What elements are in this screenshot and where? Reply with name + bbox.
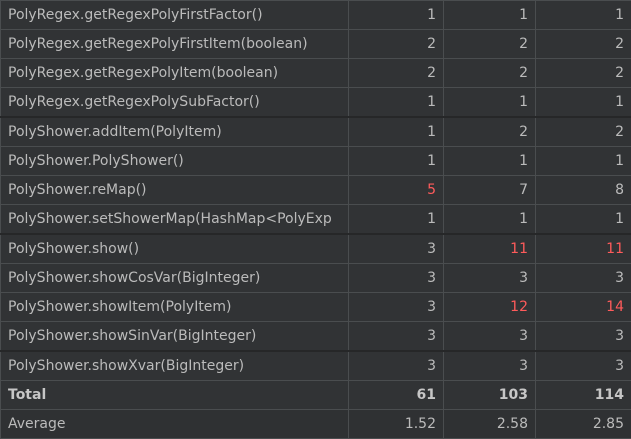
metric-value-cell-1: 1 bbox=[349, 1, 444, 30]
metric-value-cell-2: 2 bbox=[444, 30, 536, 59]
metric-value-cell-1: 1 bbox=[349, 205, 444, 235]
metric-value-cell-1: 2 bbox=[349, 59, 444, 88]
metric-value-cell-2: 11 bbox=[444, 234, 536, 264]
table-row[interactable]: PolyShower.show()31111 bbox=[1, 234, 631, 264]
method-name-cell: PolyShower.setShowerMap(HashMap<PolyExp bbox=[1, 205, 349, 235]
method-name-cell: PolyRegex.getRegexPolyFirstFactor() bbox=[1, 1, 349, 30]
total-value-2: 103 bbox=[444, 381, 536, 410]
metric-value-cell-3: 14 bbox=[536, 293, 631, 322]
average-value-1: 1.52 bbox=[349, 410, 444, 439]
method-name-cell: PolyShower.showItem(PolyItem) bbox=[1, 293, 349, 322]
table-row[interactable]: PolyRegex.getRegexPolyFirstItem(boolean)… bbox=[1, 30, 631, 59]
metric-value-cell-3: 11 bbox=[536, 234, 631, 264]
total-value-1: 61 bbox=[349, 381, 444, 410]
table-row[interactable]: PolyRegex.getRegexPolyItem(boolean)222 bbox=[1, 59, 631, 88]
metric-value-cell-3: 1 bbox=[536, 1, 631, 30]
table-row[interactable]: PolyShower.showXvar(BigInteger)333 bbox=[1, 351, 631, 381]
metric-value-cell-2: 1 bbox=[444, 205, 536, 235]
metric-value-cell-3: 8 bbox=[536, 176, 631, 205]
total-row[interactable]: Total 61 103 114 bbox=[1, 381, 631, 410]
metric-value-cell-3: 1 bbox=[536, 88, 631, 118]
metric-value-cell-3: 2 bbox=[536, 117, 631, 147]
total-label: Total bbox=[1, 381, 349, 410]
method-name-cell: PolyShower.showCosVar(BigInteger) bbox=[1, 264, 349, 293]
table-row[interactable]: PolyShower.showItem(PolyItem)31214 bbox=[1, 293, 631, 322]
table-row[interactable]: PolyShower.setShowerMap(HashMap<PolyExp1… bbox=[1, 205, 631, 235]
method-name-cell: PolyShower.addItem(PolyItem) bbox=[1, 117, 349, 147]
metric-value-cell-2: 2 bbox=[444, 59, 536, 88]
metrics-table: PolyRegex.getRegexPolyFirstFactor()111Po… bbox=[0, 0, 631, 439]
method-name-cell: PolyShower.PolyShower() bbox=[1, 147, 349, 176]
method-name-cell: PolyShower.reMap() bbox=[1, 176, 349, 205]
metric-value-cell-3: 2 bbox=[536, 59, 631, 88]
metric-value-cell-3: 2 bbox=[536, 30, 631, 59]
metric-value-cell-3: 3 bbox=[536, 264, 631, 293]
table-row[interactable]: PolyShower.reMap()578 bbox=[1, 176, 631, 205]
method-name-cell: PolyRegex.getRegexPolyFirstItem(boolean) bbox=[1, 30, 349, 59]
metric-value-cell-2: 3 bbox=[444, 322, 536, 352]
average-value-3: 2.85 bbox=[536, 410, 631, 439]
metric-value-cell-3: 3 bbox=[536, 351, 631, 381]
metric-value-cell-2: 1 bbox=[444, 88, 536, 118]
metric-value-cell-2: 3 bbox=[444, 264, 536, 293]
average-value-2: 2.58 bbox=[444, 410, 536, 439]
total-value-3: 114 bbox=[536, 381, 631, 410]
metric-value-cell-1: 3 bbox=[349, 234, 444, 264]
metric-value-cell-1: 2 bbox=[349, 30, 444, 59]
metric-value-cell-1: 3 bbox=[349, 264, 444, 293]
metric-value-cell-1: 1 bbox=[349, 147, 444, 176]
metric-value-cell-2: 2 bbox=[444, 117, 536, 147]
metric-value-cell-1: 3 bbox=[349, 322, 444, 352]
metric-value-cell-1: 1 bbox=[349, 88, 444, 118]
metric-value-cell-3: 1 bbox=[536, 147, 631, 176]
method-name-cell: PolyRegex.getRegexPolySubFactor() bbox=[1, 88, 349, 118]
average-label: Average bbox=[1, 410, 349, 439]
table-row[interactable]: PolyShower.showCosVar(BigInteger)333 bbox=[1, 264, 631, 293]
metric-value-cell-2: 1 bbox=[444, 1, 536, 30]
metric-value-cell-2: 3 bbox=[444, 351, 536, 381]
method-name-cell: PolyShower.show() bbox=[1, 234, 349, 264]
table-row[interactable]: PolyShower.PolyShower()111 bbox=[1, 147, 631, 176]
table-row[interactable]: PolyRegex.getRegexPolySubFactor()111 bbox=[1, 88, 631, 118]
method-name-cell: PolyRegex.getRegexPolyItem(boolean) bbox=[1, 59, 349, 88]
method-name-cell: PolyShower.showSinVar(BigInteger) bbox=[1, 322, 349, 352]
average-row[interactable]: Average 1.52 2.58 2.85 bbox=[1, 410, 631, 439]
table-row[interactable]: PolyShower.showSinVar(BigInteger)333 bbox=[1, 322, 631, 352]
table-row[interactable]: PolyRegex.getRegexPolyFirstFactor()111 bbox=[1, 1, 631, 30]
method-name-cell: PolyShower.showXvar(BigInteger) bbox=[1, 351, 349, 381]
metric-value-cell-1: 3 bbox=[349, 351, 444, 381]
metric-value-cell-1: 5 bbox=[349, 176, 444, 205]
metric-value-cell-2: 7 bbox=[444, 176, 536, 205]
metrics-body: PolyRegex.getRegexPolyFirstFactor()111Po… bbox=[1, 1, 631, 439]
metric-value-cell-2: 1 bbox=[444, 147, 536, 176]
metric-value-cell-2: 12 bbox=[444, 293, 536, 322]
metric-value-cell-1: 1 bbox=[349, 117, 444, 147]
metric-value-cell-3: 3 bbox=[536, 322, 631, 352]
table-row[interactable]: PolyShower.addItem(PolyItem)122 bbox=[1, 117, 631, 147]
metric-value-cell-3: 1 bbox=[536, 205, 631, 235]
metric-value-cell-1: 3 bbox=[349, 293, 444, 322]
